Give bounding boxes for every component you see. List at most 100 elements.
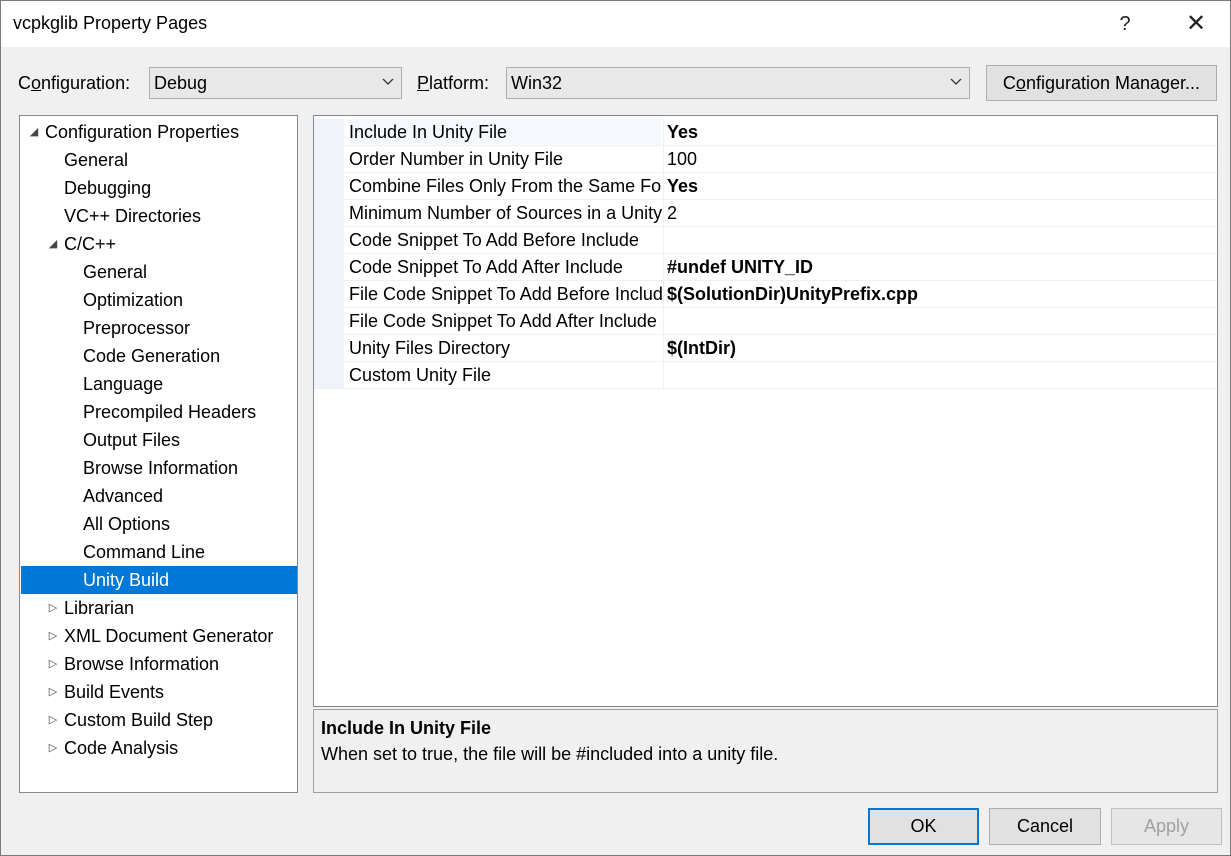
- property-row[interactable]: Minimum Number of Sources in a Unity 2: [314, 200, 1217, 227]
- property-name: Unity Files Directory: [349, 338, 511, 358]
- tree-item-xml-document-generator[interactable]: ▷ XML Document Generator: [21, 622, 297, 650]
- row-margin: [314, 146, 344, 172]
- property-value[interactable]: Yes: [667, 173, 1212, 199]
- tree-item-code-analysis[interactable]: ▷ Code Analysis: [21, 734, 297, 762]
- platform-value: Win32: [511, 73, 563, 93]
- property-name: Include In Unity File: [349, 119, 662, 145]
- property-value[interactable]: $(SolutionDir)UnityPrefix.cpp: [667, 281, 1212, 307]
- row-margin: [314, 119, 344, 145]
- property-tree[interactable]: ◢ Configuration Properties General Debug…: [19, 115, 298, 793]
- property-value[interactable]: 100: [667, 146, 1212, 172]
- tree-item-label: Browse Information: [83, 458, 239, 478]
- property-value[interactable]: [667, 362, 1212, 388]
- tree-item-language[interactable]: Language: [21, 370, 297, 398]
- property-name: File Code Snippet To Add After Include: [349, 311, 657, 331]
- tree-item-browse-information[interactable]: Browse Information: [21, 454, 297, 482]
- tree-item-advanced[interactable]: Advanced: [21, 482, 297, 510]
- tree-item-label: Debugging: [64, 178, 152, 198]
- tree-item-label: XML Document Generator: [64, 626, 274, 646]
- property-grid[interactable]: Include In Unity File Yes Order Number i…: [313, 115, 1218, 707]
- tree-item-label: Optimization: [83, 290, 184, 310]
- property-value[interactable]: [667, 308, 1212, 334]
- tree-item-build-events[interactable]: ▷ Build Events: [21, 678, 297, 706]
- property-row[interactable]: Include In Unity File Yes: [314, 119, 1217, 146]
- tree-item-label: Custom Build Step: [64, 710, 214, 730]
- property-value[interactable]: $(IntDir): [667, 335, 1212, 361]
- column-divider: [663, 227, 664, 253]
- column-divider: [663, 146, 664, 172]
- tree-item-label: General: [64, 150, 129, 170]
- description-panel: Include In Unity File When set to true, …: [313, 709, 1218, 793]
- row-margin: [314, 362, 344, 388]
- expand-icon[interactable]: ▷: [46, 650, 60, 678]
- configuration-label: Configuration:: [18, 73, 131, 93]
- help-button[interactable]: ?: [1105, 7, 1145, 41]
- configuration-manager-button[interactable]: Configuration Manager...: [986, 65, 1217, 101]
- tree-item-label: Configuration Properties: [45, 122, 240, 142]
- property-row[interactable]: Code Snippet To Add Before Include: [314, 227, 1217, 254]
- expand-icon[interactable]: ▷: [46, 734, 60, 762]
- tree-item-general[interactable]: General: [21, 146, 297, 174]
- chevron-down-icon: [950, 78, 962, 85]
- close-button[interactable]: ✕: [1176, 7, 1216, 41]
- column-divider: [663, 281, 664, 307]
- tree-item-command-line[interactable]: Command Line: [21, 538, 297, 566]
- tree-item-c-cpp[interactable]: ◢ C/C++: [21, 230, 297, 258]
- row-margin: [314, 281, 344, 307]
- tree-item-preprocessor[interactable]: Preprocessor: [21, 314, 297, 342]
- property-value[interactable]: #undef UNITY_ID: [667, 254, 1212, 280]
- property-value[interactable]: [667, 227, 1212, 253]
- tree-item-label: VC++ Directories: [64, 206, 202, 226]
- tree-item-browse-information-root[interactable]: ▷ Browse Information: [21, 650, 297, 678]
- property-row[interactable]: Combine Files Only From the Same Folc Ye…: [314, 173, 1217, 200]
- tree-item-librarian[interactable]: ▷ Librarian: [21, 594, 297, 622]
- collapse-icon[interactable]: ◢: [46, 230, 60, 258]
- tree-item-all-options[interactable]: All Options: [21, 510, 297, 538]
- ok-button[interactable]: OK: [868, 808, 979, 845]
- expand-icon[interactable]: ▷: [46, 622, 60, 650]
- property-pages-dialog: vcpkglib Property Pages ? ✕ Configuratio…: [0, 0, 1231, 856]
- cancel-button[interactable]: Cancel: [989, 808, 1101, 845]
- expand-icon[interactable]: ▷: [46, 706, 60, 734]
- platform-label: Platform:: [417, 73, 490, 93]
- tree-item-debugging[interactable]: Debugging: [21, 174, 297, 202]
- tree-item-output-files[interactable]: Output Files: [21, 426, 297, 454]
- property-row[interactable]: File Code Snippet To Add After Include: [314, 308, 1217, 335]
- configuration-value: Debug: [154, 73, 208, 93]
- tree-item-label: Code Analysis: [64, 738, 179, 758]
- tree-item-label: Command Line: [83, 542, 206, 562]
- tree-item-custom-build-step[interactable]: ▷ Custom Build Step: [21, 706, 297, 734]
- tree-item-label: Advanced: [83, 486, 164, 506]
- property-name: Code Snippet To Add After Include: [349, 257, 623, 277]
- tree-item-unity-build[interactable]: Unity Build: [21, 566, 297, 594]
- window-title: vcpkglib Property Pages: [13, 13, 208, 33]
- tree-item-optimization[interactable]: Optimization: [21, 286, 297, 314]
- property-row[interactable]: Code Snippet To Add After Include #undef…: [314, 254, 1217, 281]
- property-row[interactable]: Order Number in Unity File 100: [314, 146, 1217, 173]
- collapse-icon[interactable]: ◢: [27, 118, 41, 146]
- expand-icon[interactable]: ▷: [46, 678, 60, 706]
- row-margin: [314, 335, 344, 361]
- column-divider: [663, 362, 664, 388]
- property-value[interactable]: 2: [667, 200, 1212, 226]
- tree-item-label: General: [83, 262, 148, 282]
- property-value[interactable]: Yes: [667, 119, 1212, 145]
- configuration-select[interactable]: Debug: [149, 67, 402, 99]
- tree-item-configuration-properties[interactable]: ◢ Configuration Properties: [21, 118, 297, 146]
- property-row[interactable]: Custom Unity File: [314, 362, 1217, 389]
- tree-item-label: Code Generation: [83, 346, 221, 366]
- title-bar: vcpkglib Property Pages ? ✕: [1, 1, 1230, 47]
- tree-item-vc-directories[interactable]: VC++ Directories: [21, 202, 297, 230]
- property-row[interactable]: File Code Snippet To Add Before Include …: [314, 281, 1217, 308]
- property-row[interactable]: Unity Files Directory $(IntDir): [314, 335, 1217, 362]
- expand-icon[interactable]: ▷: [46, 594, 60, 622]
- tree-item-label: C/C++: [64, 234, 117, 254]
- row-margin: [314, 200, 344, 226]
- tree-item-cpp-general[interactable]: General: [21, 258, 297, 286]
- tree-item-code-generation[interactable]: Code Generation: [21, 342, 297, 370]
- tree-item-precompiled-headers[interactable]: Precompiled Headers: [21, 398, 297, 426]
- apply-button[interactable]: Apply: [1111, 808, 1222, 845]
- row-margin: [314, 308, 344, 334]
- column-divider: [663, 119, 664, 145]
- platform-select[interactable]: Win32: [506, 67, 970, 99]
